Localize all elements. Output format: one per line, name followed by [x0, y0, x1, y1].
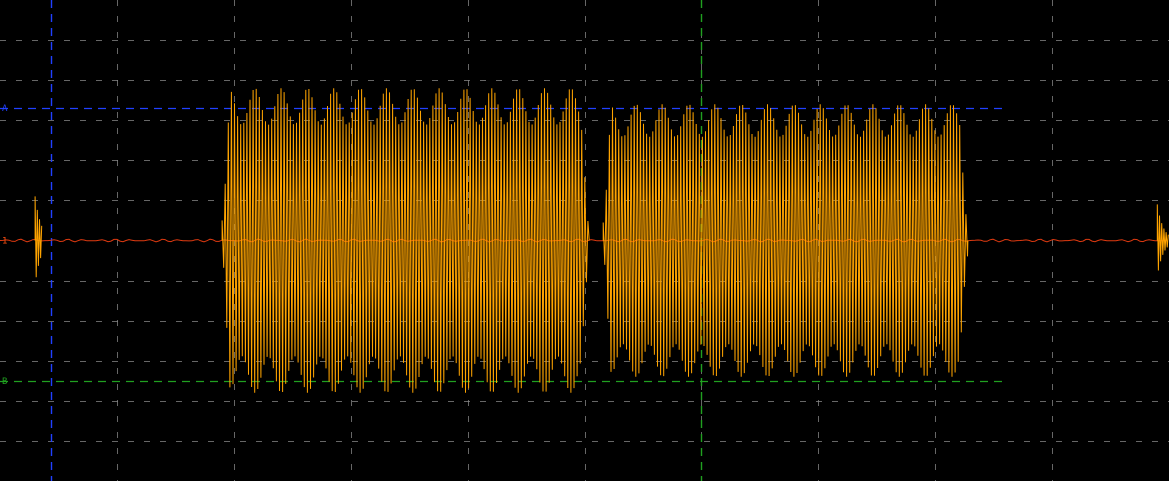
waveform-trace [0, 88, 1169, 393]
cursor-b-label[interactable]: B [2, 377, 7, 387]
ground-marker-label[interactable]: 1 [2, 237, 7, 247]
cursor-a-label[interactable]: A [2, 104, 8, 114]
waveform-plot: A B 1 [0, 0, 1169, 481]
waveform-segment-1 [34, 196, 43, 278]
waveform-segment-4 [1156, 204, 1169, 271]
baseline-noise [0, 238, 1168, 243]
oscilloscope-display: A B 1 [0, 0, 1169, 481]
waveform-segment-2 [221, 88, 590, 393]
cursor-markers: A B 1 [2, 104, 8, 387]
waveform-segment-3 [602, 104, 969, 377]
